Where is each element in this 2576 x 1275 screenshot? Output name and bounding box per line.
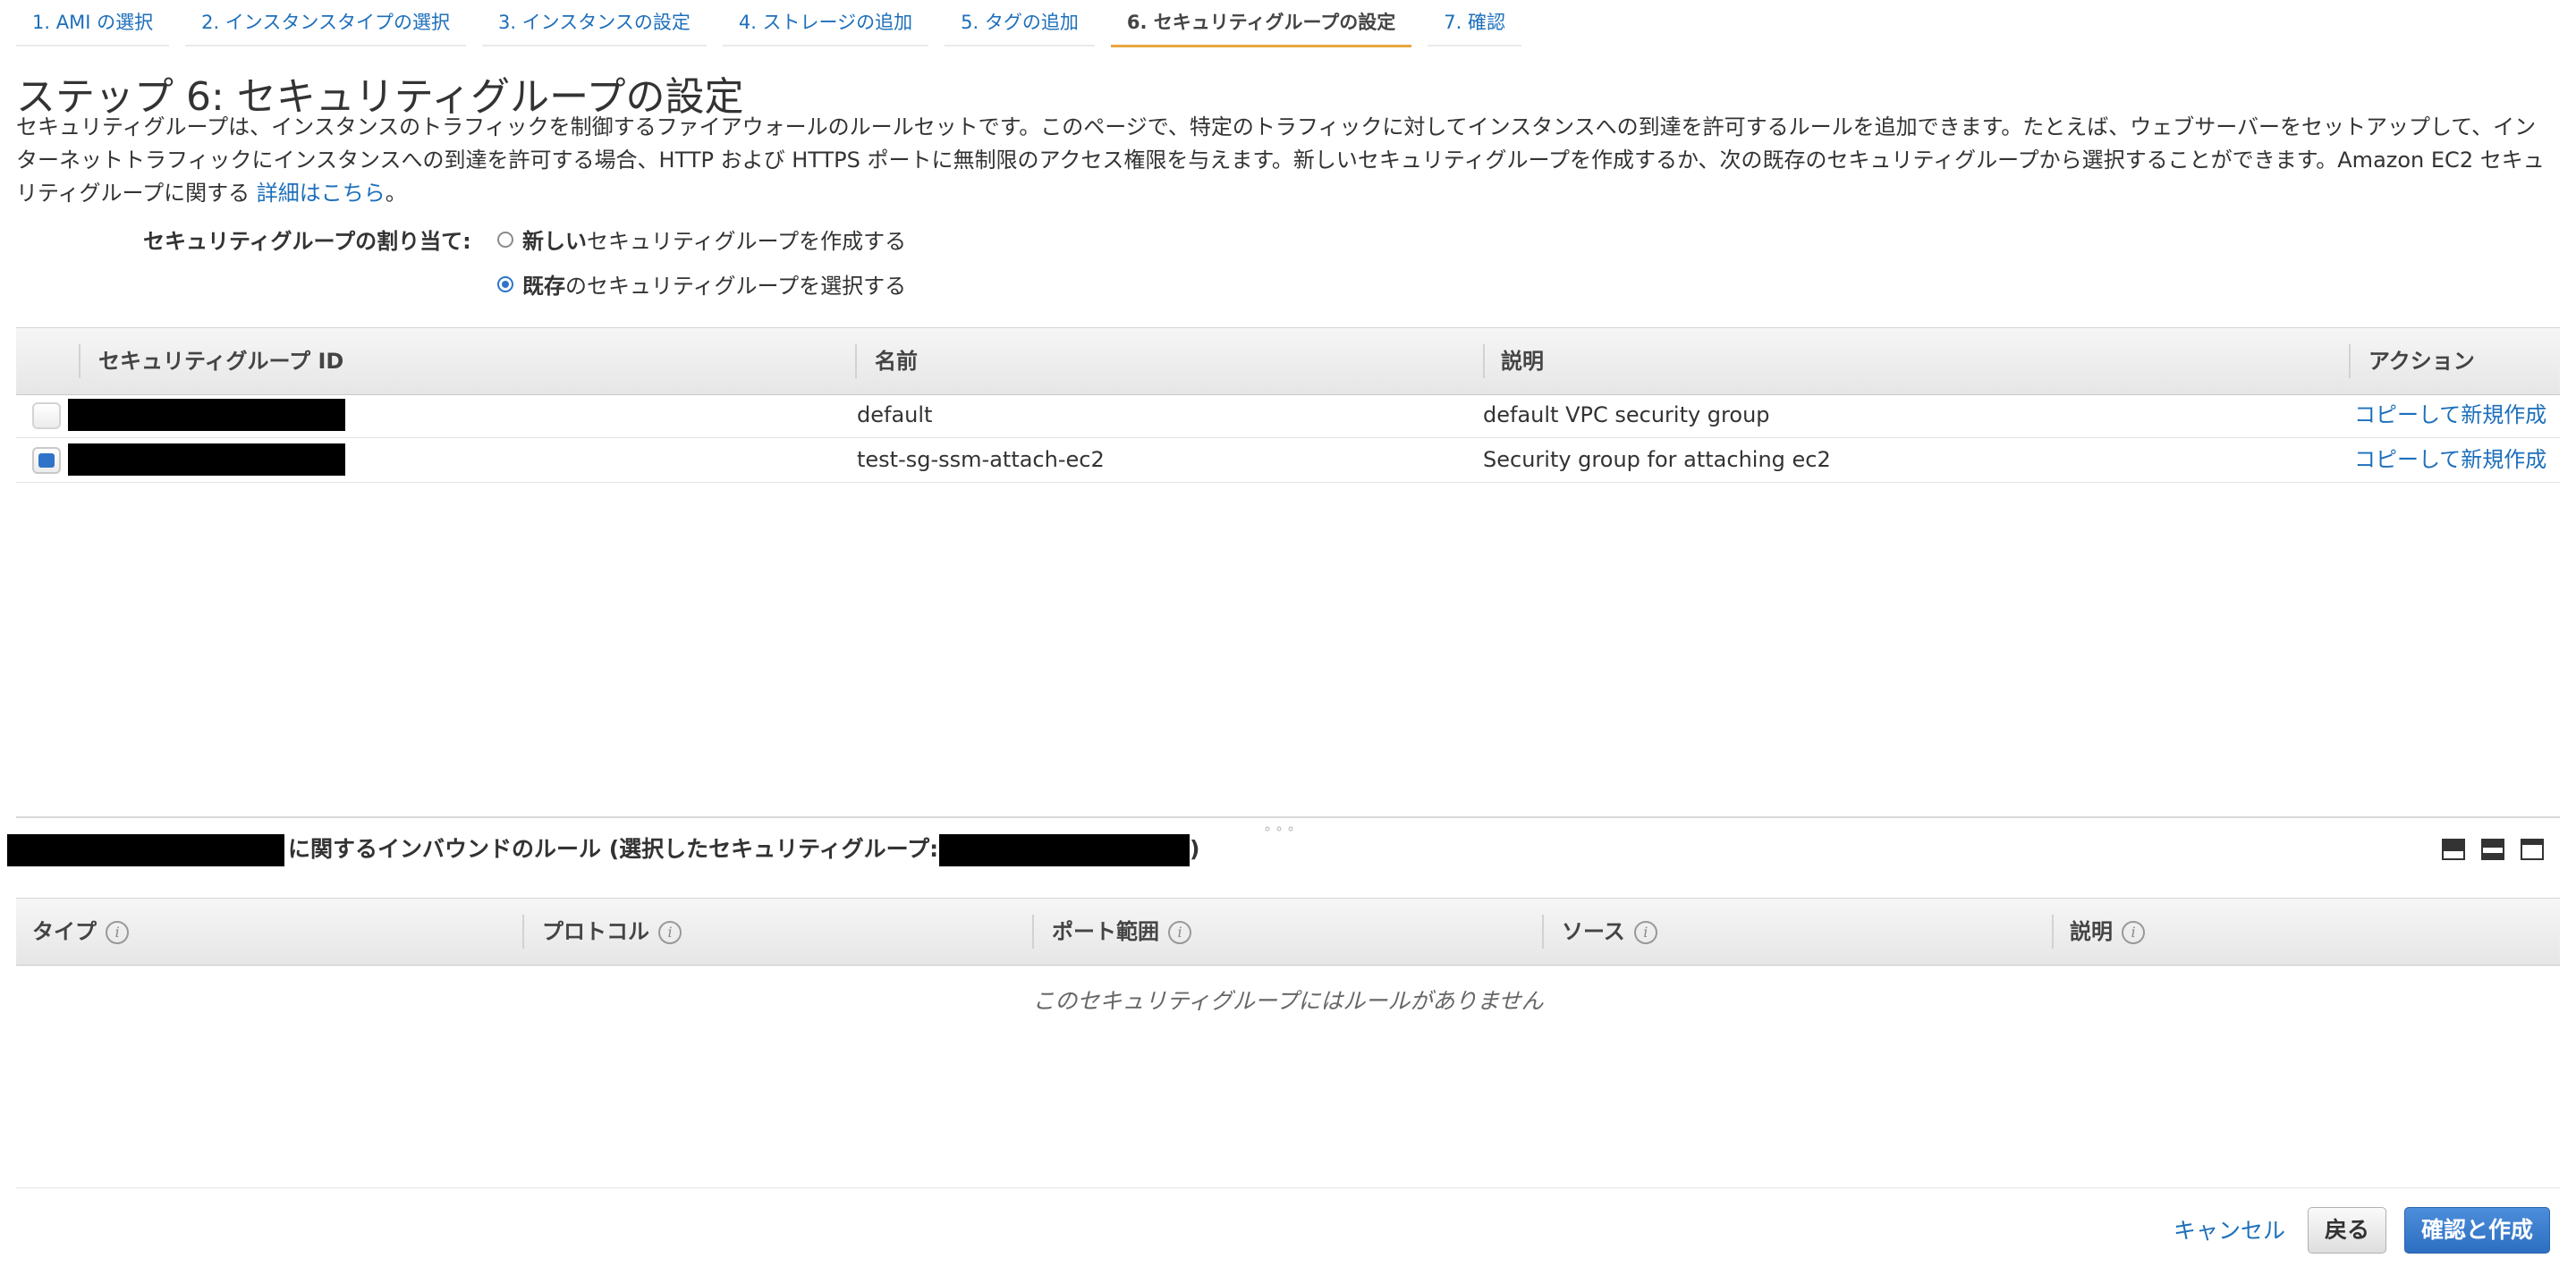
info-icon[interactable]: i <box>1168 921 1191 944</box>
learn-more-link[interactable]: 詳細はこちら <box>257 181 386 206</box>
column-protocol-label: プロトコル <box>542 919 649 944</box>
info-icon[interactable]: i <box>106 921 129 944</box>
table-row[interactable]: test-sg-ssm-attach-ec2 Security group fo… <box>16 438 2560 483</box>
splitter-grip[interactable]: ∘∘∘ <box>1263 820 1298 837</box>
column-separator <box>1483 344 1485 378</box>
sg-description: Security group for attaching ec2 <box>1483 447 1831 472</box>
column-sg-id[interactable]: セキュリティグループ ID <box>98 328 343 394</box>
column-source: ソース i <box>1562 899 1657 965</box>
column-separator <box>522 915 524 949</box>
inbound-table-header: タイプ i プロトコル i ポート範囲 i ソース i 説明 i <box>16 898 2560 966</box>
copy-to-new-link[interactable]: コピーして新規作成 <box>2354 393 2546 437</box>
radio-new-label: セキュリティグループを作成する <box>587 229 907 254</box>
tab-instance-type[interactable]: 2. インスタンスタイプの選択 <box>185 0 466 46</box>
tab-security-group[interactable]: 6. セキュリティグループの設定 <box>1110 0 1412 47</box>
pane-split-icon[interactable] <box>2481 839 2504 860</box>
column-type-label: タイプ <box>32 919 97 944</box>
column-separator <box>79 344 80 378</box>
row-checkbox[interactable] <box>32 402 61 429</box>
radio-existing-label: のセキュリティグループを選択する <box>565 274 907 299</box>
radio-select-existing-sg[interactable]: 既存 のセキュリティグループを選択する <box>497 268 906 300</box>
back-button[interactable]: 戻る <box>2308 1207 2387 1254</box>
pane-expand-icon[interactable] <box>2521 839 2544 860</box>
sg-name: test-sg-ssm-attach-ec2 <box>857 447 1105 472</box>
no-rules-message: このセキュリティグループにはルールがありません <box>1032 988 1544 1014</box>
sg-description: default VPC security group <box>1483 402 1770 427</box>
info-icon[interactable]: i <box>658 921 682 944</box>
footer-divider <box>16 1187 2560 1188</box>
sg-table-header: セキュリティグループ ID 名前 説明 アクション <box>16 327 2560 395</box>
column-description: 説明 i <box>2070 899 2145 965</box>
column-separator <box>855 344 857 378</box>
column-description-label: 説明 <box>2070 919 2113 944</box>
assign-security-group-label: セキュリティグループの割り当て: <box>143 229 471 254</box>
wizard-step-tabs: 1. AMI の選択 2. インスタンスタイプの選択 3. インスタンスの設定 … <box>16 0 1538 47</box>
pane-collapse-icon[interactable] <box>2442 839 2465 860</box>
column-separator <box>1032 915 1034 949</box>
review-and-launch-button[interactable]: 確認と作成 <box>2404 1207 2551 1254</box>
column-protocol: プロトコル i <box>542 899 682 965</box>
info-icon[interactable]: i <box>1633 921 1657 944</box>
row-checkbox[interactable] <box>32 447 61 474</box>
column-port-range-label: ポート範囲 <box>1052 919 1159 944</box>
redacted-sg-id <box>68 399 345 431</box>
info-icon[interactable]: i <box>2122 921 2145 944</box>
table-row[interactable]: default default VPC security group コピーして… <box>16 393 2560 438</box>
column-type: タイプ i <box>32 899 129 965</box>
column-separator <box>2052 915 2054 949</box>
column-separator <box>1542 915 1544 949</box>
radio-existing-bold: 既存 <box>522 274 565 299</box>
radio-existing[interactable] <box>497 275 513 292</box>
inbound-rules-title: に関するインバウンドのルール (選択したセキュリティグループ: <box>288 836 939 862</box>
cancel-button[interactable]: キャンセル <box>2174 1209 2285 1254</box>
column-description[interactable]: 説明 <box>1501 328 1544 394</box>
column-separator <box>2349 344 2351 378</box>
copy-to-new-link[interactable]: コピーして新規作成 <box>2354 438 2546 482</box>
inbound-rules-title-end: ) <box>1190 836 1200 862</box>
radio-new-bold: 新しい <box>522 229 587 254</box>
radio-create-new-sg[interactable]: 新しい セキュリティグループを作成する <box>497 224 906 255</box>
tab-review[interactable]: 7. 確認 <box>1428 0 1521 46</box>
radio-new[interactable] <box>497 231 513 248</box>
tab-instance-settings[interactable]: 3. インスタンスの設定 <box>481 0 707 46</box>
column-port-range: ポート範囲 i <box>1052 899 1191 965</box>
intro-end: 。 <box>385 181 407 206</box>
redacted-sg-id <box>68 443 345 476</box>
sg-name: default <box>857 402 933 427</box>
tab-add-storage[interactable]: 4. ストレージの追加 <box>722 0 929 46</box>
redacted-sg-name <box>7 834 284 866</box>
column-action: アクション <box>2368 349 2475 374</box>
column-name[interactable]: 名前 <box>875 328 918 394</box>
intro-text: セキュリティグループは、インスタンスのトラフィックを制御するファイアウォールのル… <box>16 111 2556 210</box>
redacted-selected-sg-id <box>939 834 1190 866</box>
tab-ami[interactable]: 1. AMI の選択 <box>16 0 170 46</box>
pane-splitter[interactable] <box>16 816 2560 818</box>
tab-add-tags[interactable]: 5. タグの追加 <box>945 0 1095 46</box>
column-source-label: ソース <box>1562 919 1625 944</box>
